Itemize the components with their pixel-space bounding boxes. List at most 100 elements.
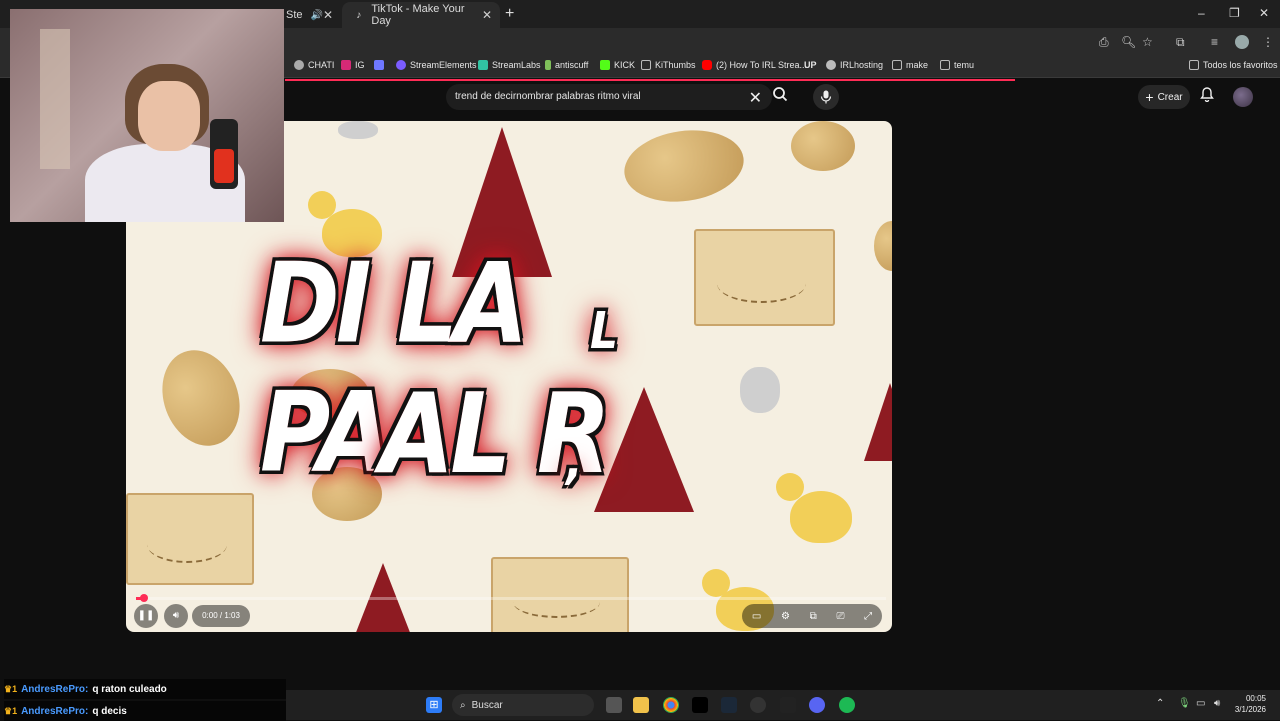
kithumbs-icon [641,60,651,70]
chat-text: q raton culeado [92,683,167,695]
webcam-person-face [138,81,200,151]
volume-button[interactable]: 🔊︎ [164,604,188,628]
search-box[interactable]: trend de decirnombrar palabras ritmo vir… [446,84,772,110]
potato-image [874,221,892,271]
speaker-icon[interactable]: 🔊 [311,10,323,21]
globe-icon [826,60,836,70]
tab-tiktok[interactable]: ♪ TikTok - Make Your Day ✕ [342,2,500,28]
menu-icon[interactable]: ⋮ [1262,35,1274,49]
streamelements-icon [396,60,406,70]
extensions-icon[interactable]: ⧉ [1176,35,1185,50]
windows-start-icon[interactable]: ⊞ [426,697,442,713]
voice-search-button[interactable] [813,84,839,110]
openai-icon [294,60,304,70]
instagram-icon [341,60,351,70]
bookmark-chati[interactable]: CHATI [294,60,334,70]
close-window-button[interactable]: ✕ [1259,6,1269,20]
red-cloak-image [864,383,892,461]
taskbar-clock[interactable]: 00:05 3/1/2026 [1235,693,1266,715]
discord-icon[interactable] [809,697,825,713]
bookmark-ig[interactable]: IG [341,60,365,70]
volume-icon[interactable]: 🔊︎ [1214,698,1220,709]
clock-date: 3/1/2026 [1234,705,1266,714]
microphone-icon[interactable]: 🎙︎ [1178,698,1191,709]
bookmark-kick[interactable]: KICK [600,60,635,70]
user-avatar[interactable] [1233,87,1253,107]
bookmark-youtube[interactable]: (2) How To IRL Strea... [702,60,807,70]
settings-gear-icon[interactable]: ⚙ [781,611,790,622]
create-button[interactable]: + Crear [1138,85,1190,109]
caption-line-2-suffix: , [566,432,583,491]
bookmark-chart[interactable] [374,60,388,70]
taskbar-search[interactable]: ⌕ Buscar [452,694,594,716]
bookmark-irlhosting[interactable]: IRLhosting [826,60,883,70]
media-controls-icon[interactable]: ≡ [1211,35,1218,49]
video-time: 0:00 / 1:03 [192,605,250,627]
profile-avatar[interactable] [1235,35,1249,49]
tiktok-icon: ♪ [356,9,362,21]
notifications-bell-icon[interactable] [1200,87,1214,105]
chat-message: ♛1 AndresRePro: q decis [4,701,286,721]
search-button[interactable] [772,86,798,108]
fullscreen-icon[interactable]: ⤢ [864,611,872,622]
webcam-background-window [40,29,70,169]
duck-image [776,473,852,543]
bookmark-up[interactable]: UP [804,60,817,70]
windows-taskbar: ⊞ ⌕ Buscar ⌃ 🎙︎ ▭ 🔊︎ 00:05 3/1/2026 [286,690,1280,720]
progress-scrubber[interactable] [139,594,148,602]
video-caption-overlay: DI LA PA L AL R , [230,216,622,526]
search-input[interactable]: trend de decirnombrar palabras ritmo vir… [455,91,641,102]
cat-image [740,367,780,413]
install-app-icon[interactable]: ⎙ [1099,35,1109,50]
epic-games-icon[interactable] [780,697,796,713]
bars-icon [545,60,551,70]
streamlabs-icon [478,60,488,70]
task-view-icon[interactable] [606,697,622,713]
volume-icon: 🔊︎ [172,610,180,621]
miniplayer-icon[interactable]: ⧉ [810,611,817,622]
chat-username: AndresRePro: [21,705,89,717]
zoom-icon[interactable]: 🔍︎ [1121,35,1136,49]
close-tab-icon[interactable]: ✕ [323,8,333,22]
search-icon: ⌕ [460,699,466,711]
file-explorer-icon[interactable] [633,697,649,713]
new-tab-button[interactable]: + [505,5,514,23]
chrome-icon[interactable] [663,697,679,713]
crown-badge-icon: ♛1 [4,705,18,716]
bookmark-kithumbs[interactable]: KiThumbs [641,60,696,70]
captions-icon[interactable]: ▭ [752,611,761,622]
clear-search-icon[interactable]: ✕ [749,88,762,108]
close-tab-icon[interactable]: ✕ [482,8,492,22]
page-load-bar [285,79,1015,81]
potato-image [791,121,855,171]
star-icon[interactable]: ☆ [1142,35,1153,49]
video-progress-bar[interactable] [136,594,886,602]
bookmark-make[interactable]: make [892,60,928,70]
bookmark-streamelements[interactable]: StreamElements [396,60,477,70]
youtube-icon [702,60,712,70]
chat-message: ♛1 AndresRePro: q raton culeado [4,679,286,699]
network-icon[interactable]: ▭ [1196,698,1205,709]
obs-icon[interactable] [750,697,766,713]
bookmark-temu[interactable]: temu [940,60,974,70]
chat-text: q decis [92,705,127,717]
video-controls: ▭ ⚙ ⧉ ⎚ ⤢ [742,604,882,628]
chevron-up-icon[interactable]: ⌃ [1156,698,1164,709]
steam-icon[interactable] [721,697,737,713]
restore-button[interactable]: ❐ [1229,6,1240,20]
spotify-icon[interactable] [839,697,855,713]
cast-icon[interactable]: ⎚ [836,611,844,622]
bookmark-antiscuff[interactable]: antiscuff [545,60,588,70]
treasure-map-image [694,229,835,326]
bookmark-streamlabs[interactable]: StreamLabs [478,60,541,70]
pause-icon: ❚❚ [137,610,155,621]
clock-time: 00:05 [1245,694,1266,703]
bookmark-all-favorites[interactable]: Todos los favoritos [1189,60,1278,70]
cat-image [338,121,378,139]
crown-badge-icon: ♛1 [4,683,18,694]
capcut-icon[interactable] [692,697,708,713]
minimize-button[interactable]: – [1198,6,1205,20]
pause-button[interactable]: ❚❚ [134,604,158,628]
tab-label: Ste [286,9,303,21]
potato-image [619,122,749,210]
